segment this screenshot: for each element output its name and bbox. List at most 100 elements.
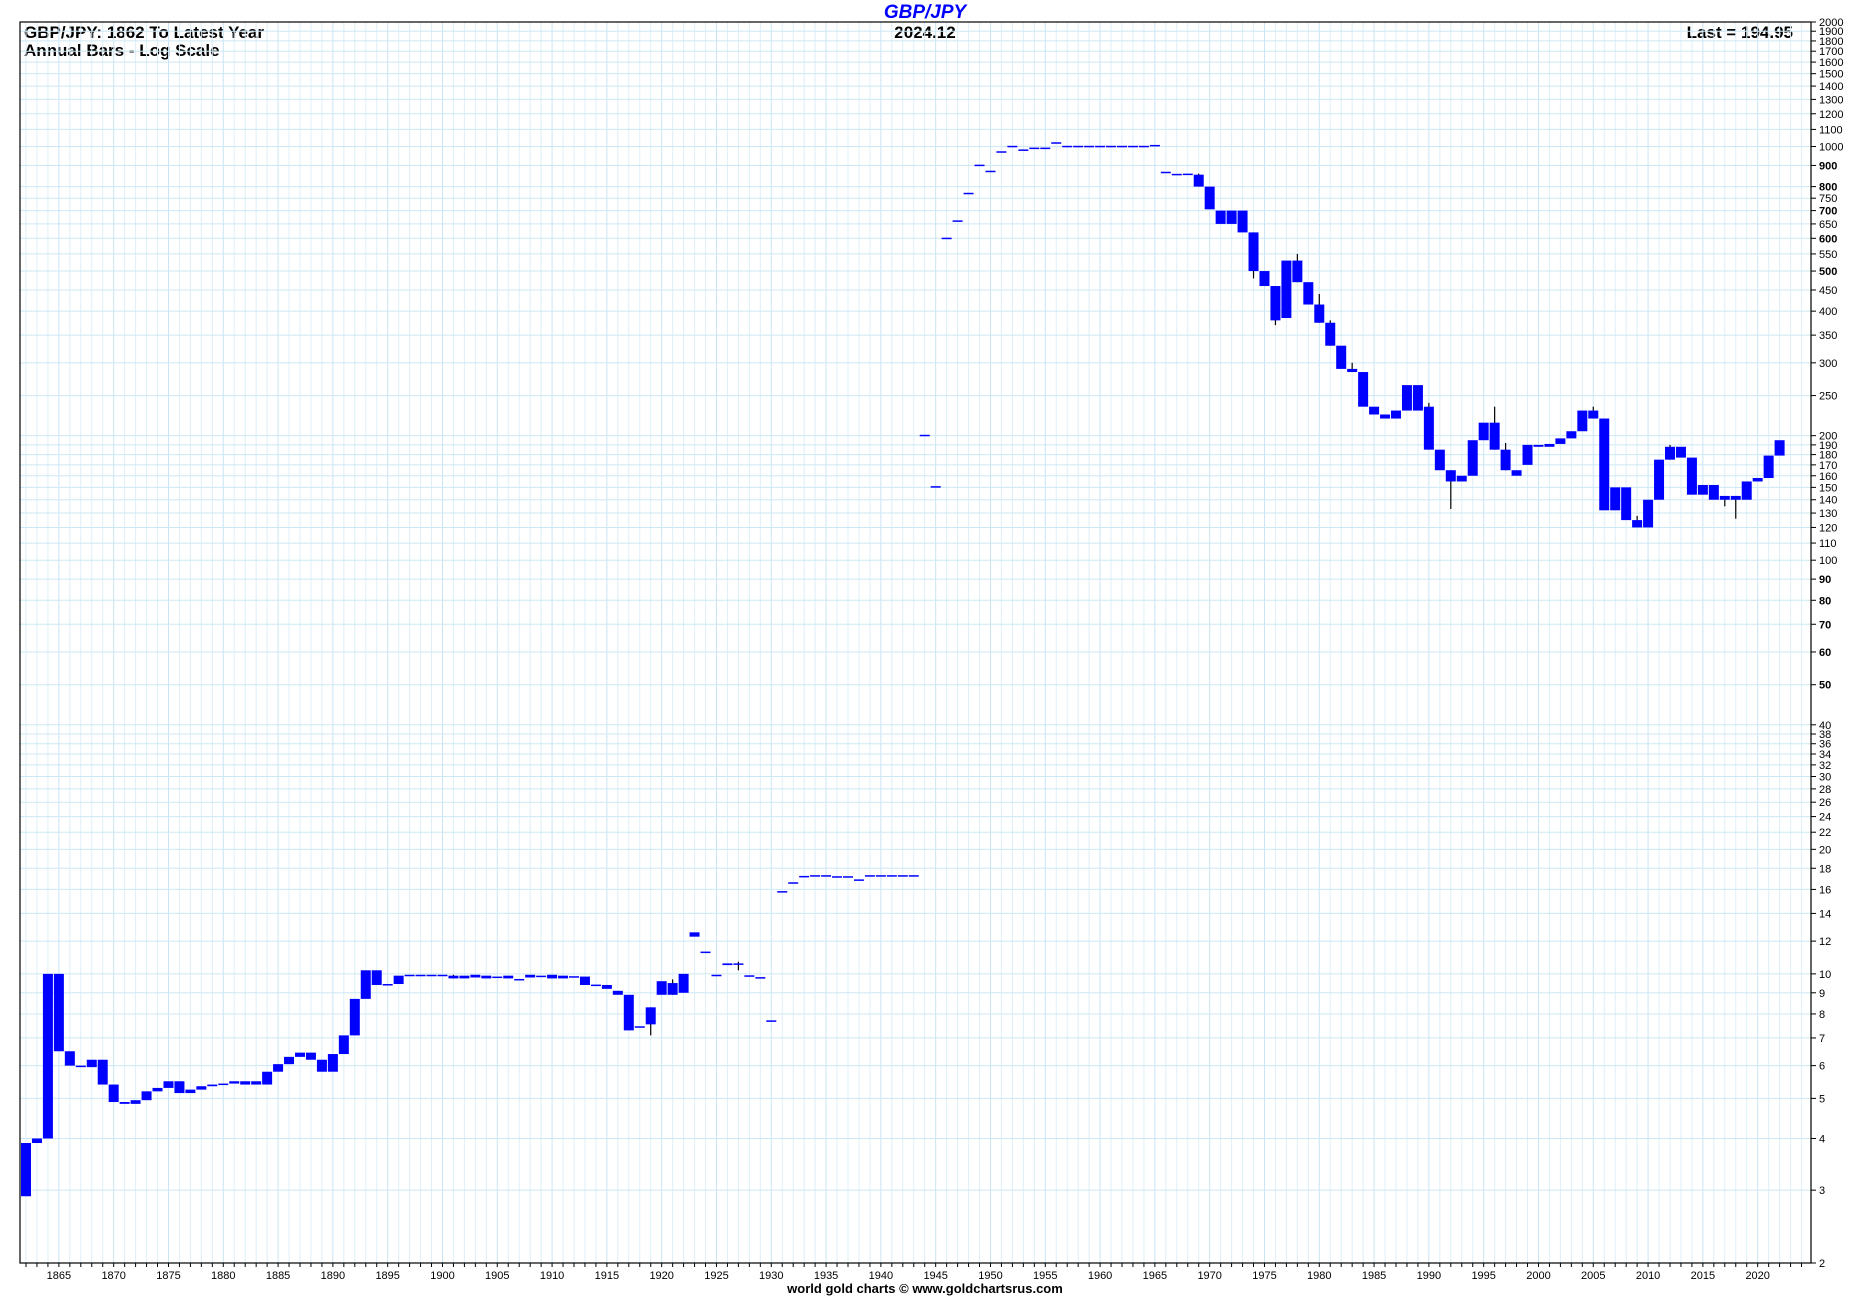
- y-tick-label: 120: [1819, 522, 1837, 534]
- price-bar: [930, 486, 941, 488]
- y-tick-label: 650: [1819, 219, 1837, 231]
- y-tick-label: 300: [1819, 358, 1837, 370]
- price-bar: [185, 1089, 196, 1094]
- y-tick-label: 12: [1819, 936, 1831, 948]
- price-bar: [952, 220, 963, 222]
- price-bar: [1018, 149, 1029, 151]
- y-tick-label: 1400: [1819, 81, 1843, 93]
- price-bar: [1391, 410, 1401, 419]
- price-bar: [229, 1081, 240, 1084]
- price-bar: [371, 970, 382, 985]
- price-bar: [1160, 171, 1171, 174]
- y-tick-label: 16: [1819, 884, 1831, 896]
- y-tick-label: 100: [1819, 555, 1837, 567]
- price-bar: [1423, 406, 1434, 450]
- x-tick-label: 1890: [321, 1270, 345, 1282]
- price-bar: [1358, 372, 1369, 407]
- y-tick-label: 160: [1819, 471, 1837, 483]
- price-bar: [1259, 271, 1270, 287]
- y-tick-label: 200: [1819, 431, 1837, 443]
- x-tick-label: 1870: [101, 1270, 125, 1282]
- price-bar: [273, 1064, 284, 1072]
- price-bar: [437, 974, 448, 977]
- x-tick-label: 2020: [1745, 1270, 1769, 1282]
- price-bar: [1117, 145, 1127, 148]
- price-bar: [711, 974, 722, 977]
- price-bar: [1193, 174, 1204, 187]
- price-bar: [262, 1071, 273, 1085]
- price-bar: [1127, 145, 1138, 148]
- price-bar: [1336, 345, 1347, 369]
- price-bar: [360, 970, 371, 999]
- price-bar: [788, 882, 799, 884]
- price-bar: [1248, 232, 1259, 272]
- price-bar: [1303, 282, 1314, 305]
- x-tick-label: 2000: [1526, 1270, 1550, 1282]
- price-bar: [623, 994, 634, 1031]
- y-tick-label: 170: [1819, 460, 1837, 472]
- x-tick-label: 1975: [1252, 1270, 1276, 1282]
- price-bar: [590, 984, 601, 987]
- price-bar: [1106, 145, 1117, 148]
- y-tick-label: 90: [1819, 574, 1831, 586]
- x-tick-label: 1875: [156, 1270, 180, 1282]
- y-tick-label: 70: [1819, 619, 1831, 631]
- price-bar: [558, 975, 569, 979]
- price-bar: [53, 973, 64, 1052]
- price-bar: [1555, 438, 1566, 444]
- price-bar: [1138, 145, 1149, 148]
- y-tick-label: 80: [1819, 595, 1831, 607]
- x-tick-label: 1885: [266, 1270, 290, 1282]
- y-tick-label: 22: [1819, 827, 1831, 839]
- price-bar: [1708, 484, 1719, 500]
- y-tick-label: 1200: [1819, 109, 1843, 121]
- y-tick-label: 32: [1819, 760, 1831, 772]
- price-bar: [1040, 147, 1051, 150]
- x-tick-label: 1880: [211, 1270, 235, 1282]
- price-bar: [1095, 145, 1106, 148]
- price-bar: [1741, 481, 1752, 500]
- price-bar: [1752, 478, 1763, 482]
- price-bar: [1171, 173, 1182, 176]
- y-tick-label: 2000: [1819, 17, 1843, 29]
- y-tick-label: 1000: [1819, 142, 1843, 154]
- price-bar: [295, 1052, 305, 1057]
- price-bar: [1380, 414, 1391, 419]
- price-bar: [415, 974, 426, 977]
- price-bar: [174, 1081, 185, 1094]
- price-bar: [1073, 145, 1084, 148]
- price-bar: [1665, 446, 1675, 460]
- price-bar: [1204, 186, 1215, 210]
- price-bar: [503, 975, 514, 979]
- price-bar: [1084, 145, 1095, 148]
- price-bar: [1007, 145, 1018, 148]
- x-tick-label: 1915: [595, 1270, 619, 1282]
- x-tick-label: 1935: [814, 1270, 838, 1282]
- price-bar: [152, 1087, 163, 1092]
- price-bar: [1281, 260, 1292, 319]
- x-tick-label: 1995: [1471, 1270, 1495, 1282]
- y-tick-label: 30: [1819, 771, 1831, 783]
- price-bar: [667, 983, 678, 995]
- x-tick-label: 1910: [540, 1270, 564, 1282]
- y-tick-label: 9: [1819, 988, 1825, 1000]
- y-tick-label: 34: [1819, 749, 1831, 761]
- price-bar: [755, 977, 766, 979]
- price-bar: [514, 978, 525, 981]
- y-tick-label: 1100: [1819, 124, 1843, 136]
- x-tick-label: 1970: [1197, 1270, 1221, 1282]
- x-tick-label: 1900: [430, 1270, 454, 1282]
- price-bar: [492, 976, 503, 979]
- price-bar: [1610, 487, 1621, 511]
- x-tick-label: 1945: [923, 1270, 947, 1282]
- price-bar: [700, 951, 711, 954]
- price-bar: [1292, 260, 1303, 283]
- price-bar: [75, 1065, 86, 1068]
- y-tick-label: 14: [1819, 908, 1831, 920]
- price-bar: [1445, 470, 1456, 482]
- x-tick-label: 1920: [649, 1270, 673, 1282]
- price-bar: [579, 976, 590, 985]
- price-bar: [1149, 144, 1160, 147]
- price-bar: [1029, 147, 1040, 150]
- y-tick-label: 50: [1819, 680, 1831, 692]
